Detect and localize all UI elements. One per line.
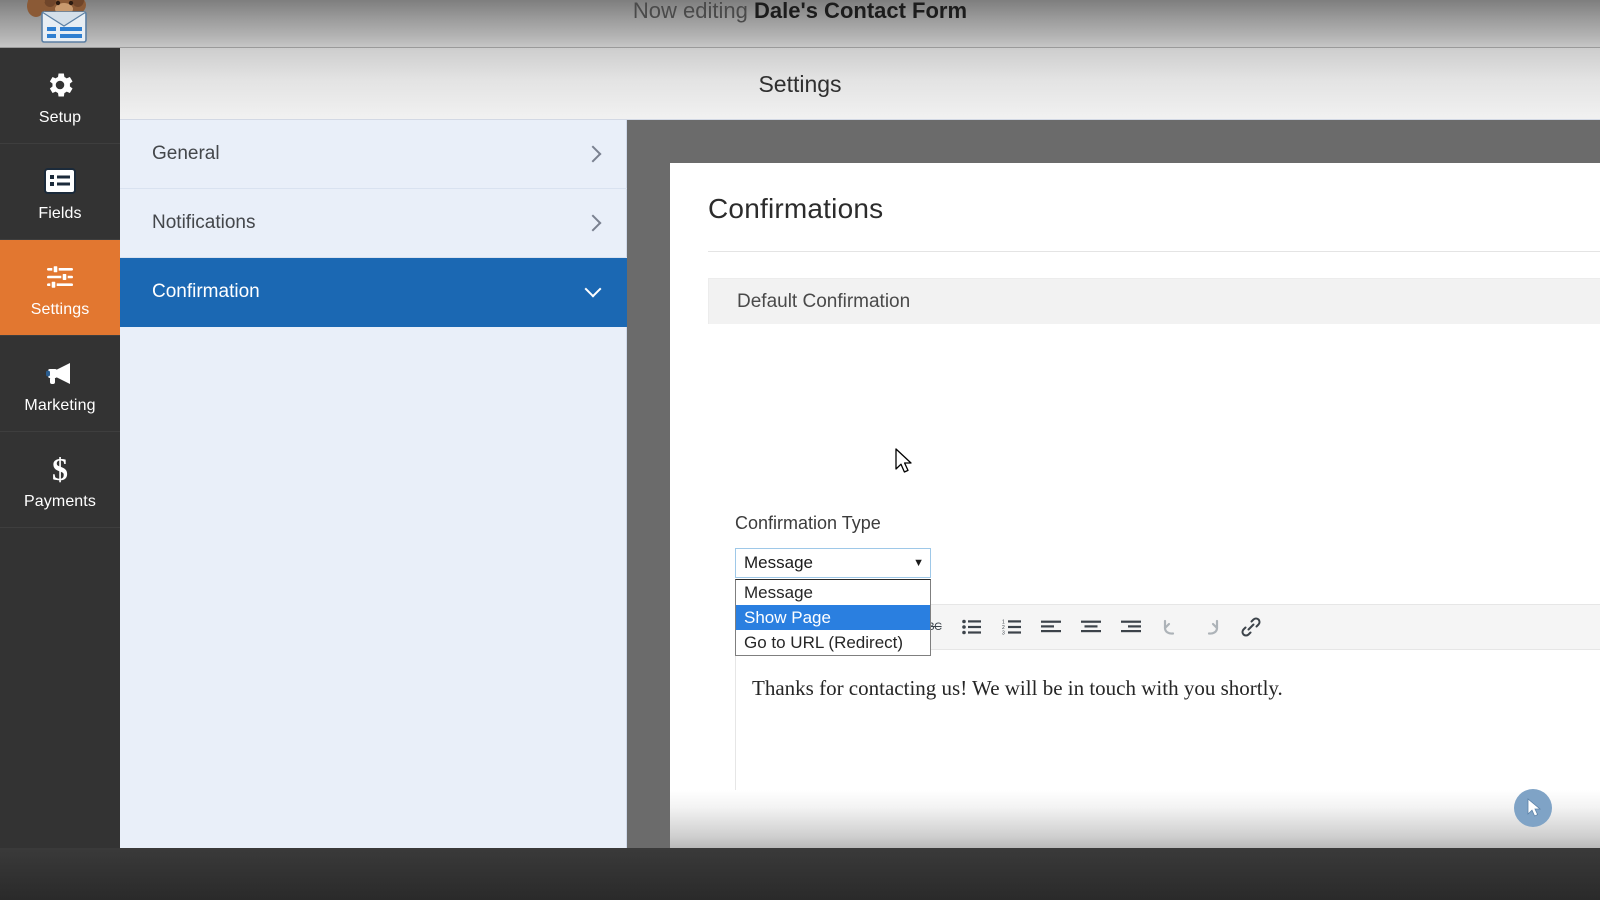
primary-sidebar: Setup Fields Settings Marketing $ Paymen…	[0, 48, 120, 900]
settings-title-bar: Settings	[120, 48, 1600, 120]
now-editing-prefix: Now editing	[632, 0, 748, 23]
subnav-item-notifications[interactable]: Notifications	[120, 189, 627, 258]
default-confirmation-label: Default Confirmation	[737, 290, 911, 312]
undo-icon[interactable]	[1152, 609, 1190, 645]
option-show-page[interactable]: Show Page	[736, 605, 930, 630]
panel-title: Confirmations	[708, 193, 884, 224]
now-editing-label: Now editing Dale's Contact Form	[0, 0, 1600, 30]
panel-footer-fade	[670, 790, 1600, 848]
form-name: Dale's Contact Form	[754, 0, 968, 23]
subnav-item-label: General	[152, 143, 220, 164]
confirmation-type-option-list[interactable]: Message Show Page Go to URL (Redirect)	[735, 579, 931, 656]
sidebar-item-label: Settings	[30, 300, 90, 318]
subnav-item-confirmation[interactable]: Confirmation	[120, 258, 627, 327]
chevron-down-icon	[584, 280, 602, 302]
align-center-icon[interactable]	[1072, 609, 1110, 645]
svg-text:$: $	[52, 452, 68, 486]
chevron-right-icon	[584, 145, 602, 163]
caret-down-icon: ▼	[913, 557, 924, 569]
numbered-list-icon[interactable]: 1 2 3	[992, 609, 1030, 645]
chevron-right-icon	[584, 214, 602, 232]
sidebar-item-label: Fields	[38, 204, 82, 222]
sidebar-item-payments[interactable]: $ Payments	[0, 432, 120, 528]
sliders-icon	[43, 257, 77, 297]
megaphone-icon	[43, 353, 77, 393]
bottom-dark-strip	[0, 848, 1600, 900]
top-brand-bar: Now editing Dale's Contact Form	[0, 0, 1600, 48]
subnav-item-general[interactable]: General	[120, 120, 627, 189]
gear-icon	[44, 65, 76, 105]
svg-text:3: 3	[1002, 630, 1005, 635]
link-icon[interactable]	[1232, 609, 1270, 645]
sidebar-item-fields[interactable]: Fields	[0, 144, 120, 240]
option-message[interactable]: Message	[736, 580, 930, 605]
sidebar-item-marketing[interactable]: Marketing	[0, 336, 120, 432]
cursor-arrow-icon	[1514, 789, 1552, 827]
default-confirmation-header: Default Confirmation	[708, 278, 1600, 324]
subnav-item-label: Confirmation	[152, 281, 260, 302]
sidebar-item-setup[interactable]: Setup	[0, 48, 120, 144]
dollar-icon: $	[45, 449, 75, 489]
redo-icon[interactable]	[1192, 609, 1230, 645]
settings-subnav: General Notifications Confirmation	[120, 120, 627, 900]
bullet-list-icon[interactable]	[952, 609, 990, 645]
sidebar-item-label: Marketing	[24, 396, 96, 414]
align-right-icon[interactable]	[1112, 609, 1150, 645]
page-title: Settings	[758, 70, 842, 97]
confirmation-type-select[interactable]: Message ▼	[735, 548, 931, 578]
sidebar-item-settings[interactable]: Settings	[0, 240, 120, 336]
confirmation-type-selected-value: Message	[744, 553, 813, 572]
sidebar-item-label: Payments	[24, 492, 96, 510]
list-form-icon	[43, 161, 77, 201]
subnav-item-label: Notifications	[152, 212, 256, 233]
confirmation-type-label: Confirmation Type	[735, 513, 881, 533]
wpforms-mascot-logo-icon[interactable]	[14, 0, 98, 48]
app-root: Now editing Dale's Contact Form Settings…	[0, 0, 1600, 900]
confirmations-panel: Confirmations Default Confirmation Confi…	[670, 163, 1600, 848]
option-go-to-url[interactable]: Go to URL (Redirect)	[736, 630, 930, 655]
sidebar-item-label: Setup	[38, 108, 82, 126]
align-left-icon[interactable]	[1032, 609, 1070, 645]
panel-divider	[708, 251, 1600, 252]
